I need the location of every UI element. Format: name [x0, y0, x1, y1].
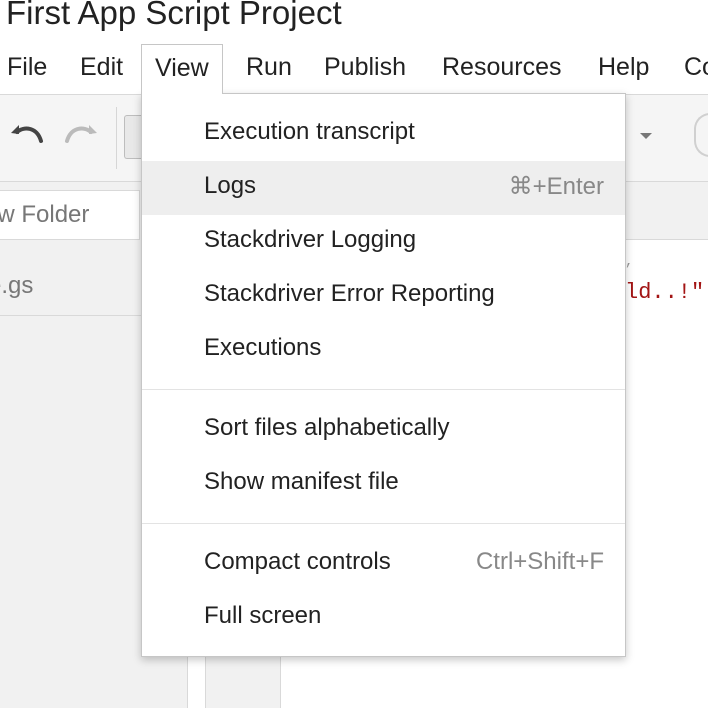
menu-item-label: Executions	[204, 334, 322, 361]
menu-item-label: Full screen	[204, 602, 322, 629]
menu-resources[interactable]: Resources	[442, 50, 562, 84]
menu-item-execution-transcript[interactable]: Execution transcript	[142, 107, 625, 161]
menu-item-show-manifest-file[interactable]: Show manifest file	[142, 457, 625, 511]
menu-item-shortcut: Ctrl+Shift+F	[475, 548, 604, 575]
menu-item-shortcut: ⌘+Enter	[508, 173, 604, 200]
undo-icon[interactable]	[8, 117, 48, 157]
toolbar-separator	[116, 107, 117, 169]
menu-item-sort-files-alphabetically[interactable]: Sort files alphabetically	[142, 403, 625, 457]
view-menu-dropdown: Execution transcript Logs ⌘+Enter Stackd…	[141, 93, 626, 657]
menu-item-stackdriver-error-reporting[interactable]: Stackdriver Error Reporting	[142, 269, 625, 323]
menu-item-label: Stackdriver Error Reporting	[204, 280, 495, 307]
menu-item-label: Execution transcript	[204, 118, 415, 145]
menu-view[interactable]: View	[141, 44, 223, 94]
menu-item-compact-controls[interactable]: Compact controls Ctrl+Shift+F	[142, 537, 625, 591]
menu-file[interactable]: File	[7, 50, 47, 84]
menubar: File Edit View Run Publish Resources Hel…	[0, 44, 708, 94]
app-script-editor: First App Script Project File Edit View …	[0, 0, 708, 708]
menu-item-executions[interactable]: Executions	[142, 323, 625, 377]
menu-item-full-screen[interactable]: Full screen	[142, 591, 625, 645]
code-text-fragment-top: ,	[625, 254, 634, 270]
menu-item-stackdriver-logging[interactable]: Stackdriver Logging	[142, 215, 625, 269]
menu-run[interactable]: Run	[246, 50, 292, 84]
menu-item-label: Compact controls	[204, 548, 391, 575]
menu-divider	[142, 523, 625, 524]
menu-item-label: Sort files alphabetically	[204, 414, 450, 441]
lightbulb-icon[interactable]	[694, 113, 708, 157]
menu-edit[interactable]: Edit	[80, 50, 123, 84]
project-title[interactable]: First App Script Project	[6, 0, 342, 32]
function-select-caret-icon[interactable]	[640, 133, 652, 139]
redo-icon[interactable]	[60, 117, 100, 157]
menu-item-label: Stackdriver Logging	[204, 226, 417, 253]
menu-connect[interactable]: Co	[684, 50, 708, 84]
menu-divider	[142, 389, 625, 390]
code-string-literal: ld..!"	[625, 280, 705, 305]
menu-item-logs[interactable]: Logs ⌘+Enter	[142, 161, 625, 215]
menu-item-label: Show manifest file	[204, 468, 399, 495]
new-folder-button[interactable]: ew Folder	[0, 190, 140, 240]
menu-item-label: Logs	[204, 172, 257, 199]
menu-publish[interactable]: Publish	[324, 50, 406, 84]
menu-help[interactable]: Help	[598, 50, 649, 84]
